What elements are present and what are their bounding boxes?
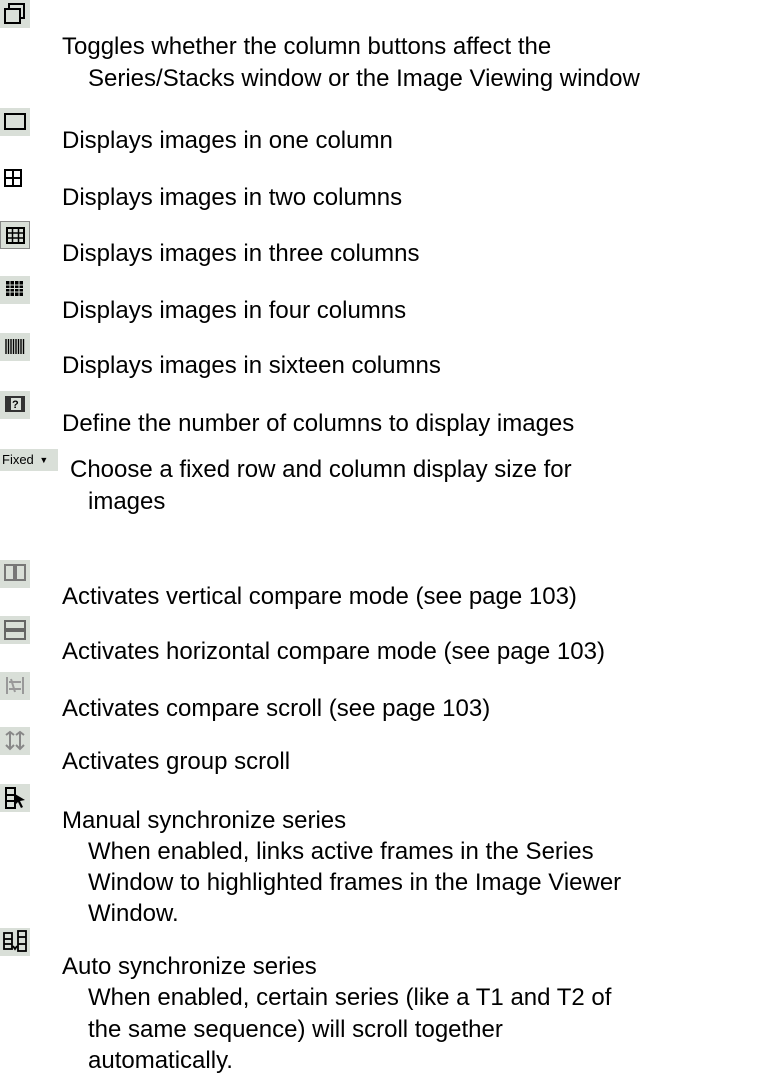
item-text: Displays images in three columns: [62, 240, 420, 267]
item-text: Displays images in four columns: [62, 297, 407, 324]
item-text: Window to highlighted frames in the Imag…: [88, 869, 622, 896]
item-text: images: [88, 488, 166, 515]
item-text: Displays images in sixteen columns: [62, 352, 441, 379]
item-text: When enabled, certain series (like a T1 …: [88, 984, 612, 1011]
item-text: Displays images in one column: [62, 127, 393, 154]
item-text: Activates group scroll: [62, 748, 291, 775]
vertical-compare-icon[interactable]: [0, 560, 30, 588]
item-text: Activates vertical compare mode (see pag…: [62, 583, 577, 610]
item-text: Choose a fixed row and column display si…: [70, 456, 572, 483]
three-columns-icon[interactable]: [0, 221, 30, 249]
four-columns-icon[interactable]: [0, 276, 30, 304]
manual-sync-icon[interactable]: [0, 784, 30, 812]
item-text: Define the number of columns to display …: [62, 410, 575, 437]
chevron-down-icon: ▼: [39, 455, 49, 465]
sixteen-columns-icon[interactable]: [0, 333, 30, 361]
auto-sync-icon[interactable]: [0, 928, 30, 956]
toggle-window-icon[interactable]: [0, 0, 30, 28]
item-text: Toggles whether the column buttons affec…: [62, 33, 552, 60]
item-text: Window.: [88, 900, 179, 927]
horizontal-compare-icon[interactable]: [0, 616, 30, 644]
item-text: Manual synchronize series: [62, 807, 347, 834]
item-text: Series/Stacks window or the Image Viewin…: [88, 65, 640, 92]
item-text: the same sequence) will scroll together: [88, 1016, 503, 1043]
svg-text:?: ?: [12, 399, 19, 411]
two-columns-icon[interactable]: [0, 165, 30, 193]
fixed-dropdown[interactable]: Fixed ▼: [0, 449, 58, 471]
group-scroll-icon[interactable]: [0, 727, 30, 755]
item-text: When enabled, links active frames in the…: [88, 838, 594, 865]
compare-scroll-icon[interactable]: [0, 672, 30, 700]
item-text: Activates compare scroll (see page 103): [62, 695, 491, 722]
custom-columns-icon[interactable]: ?: [0, 391, 30, 419]
item-text: Auto synchronize series: [62, 953, 317, 980]
fixed-dropdown-label: Fixed: [2, 452, 34, 467]
item-text: automatically.: [88, 1047, 233, 1074]
one-column-icon[interactable]: [0, 108, 30, 136]
item-text: Activates horizontal compare mode (see p…: [62, 638, 605, 665]
item-text: Displays images in two columns: [62, 184, 403, 211]
